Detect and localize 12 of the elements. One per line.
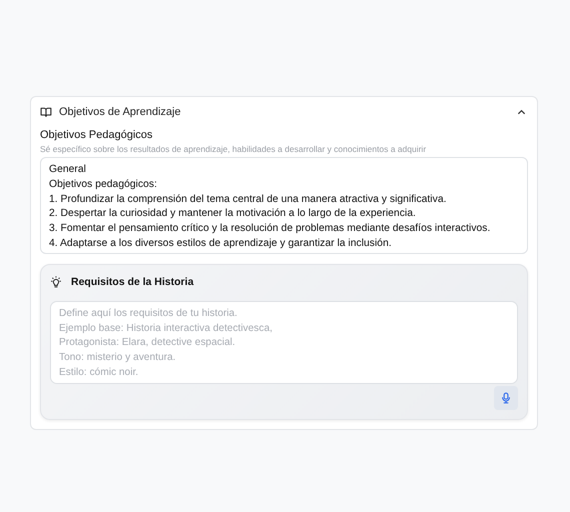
panel-title: Requisitos de la Historia bbox=[71, 276, 194, 288]
field-label: Objetivos Pedagógicos bbox=[40, 129, 154, 141]
section-title: Objetivos de Aprendizaje bbox=[59, 106, 182, 118]
lightbulb-icon bbox=[50, 276, 62, 288]
book-icon bbox=[40, 106, 52, 118]
section-header[interactable]: Objetivos de Aprendizaje bbox=[40, 97, 528, 126]
requirements-field[interactable]: Define aquí los requisitos de tu historia. Ejemplo base: Historia interactiva detectivesca, Protagonista: Elara, detective espacial. Tono: misterio y aventura. Estilo: cómic noir. bbox=[50, 301, 518, 384]
microphone-icon bbox=[500, 392, 512, 404]
microphone-button[interactable] bbox=[494, 386, 518, 410]
chevron-icon[interactable] bbox=[517, 109, 526, 115]
objectives-field[interactable]: General Objetivos pedagógicos: 1. Profundizar la comprensión del tema central de una manera atractiva y significativa. 2. Despertar la curiosidad y mantener la motivación a lo largo de la experiencia. 3. Fomentar el pensamiento crítico y la resolución de problemas mediante desafíos interactivos. 4. Adaptarse a los diversos estilos de aprendizaje y garantizar la inclusión. bbox=[40, 157, 528, 254]
field-hint: Sé específico sobre los resultados de aprendizaje, habilidades a desarrollar y conocimientos a adquirir bbox=[40, 144, 428, 154]
